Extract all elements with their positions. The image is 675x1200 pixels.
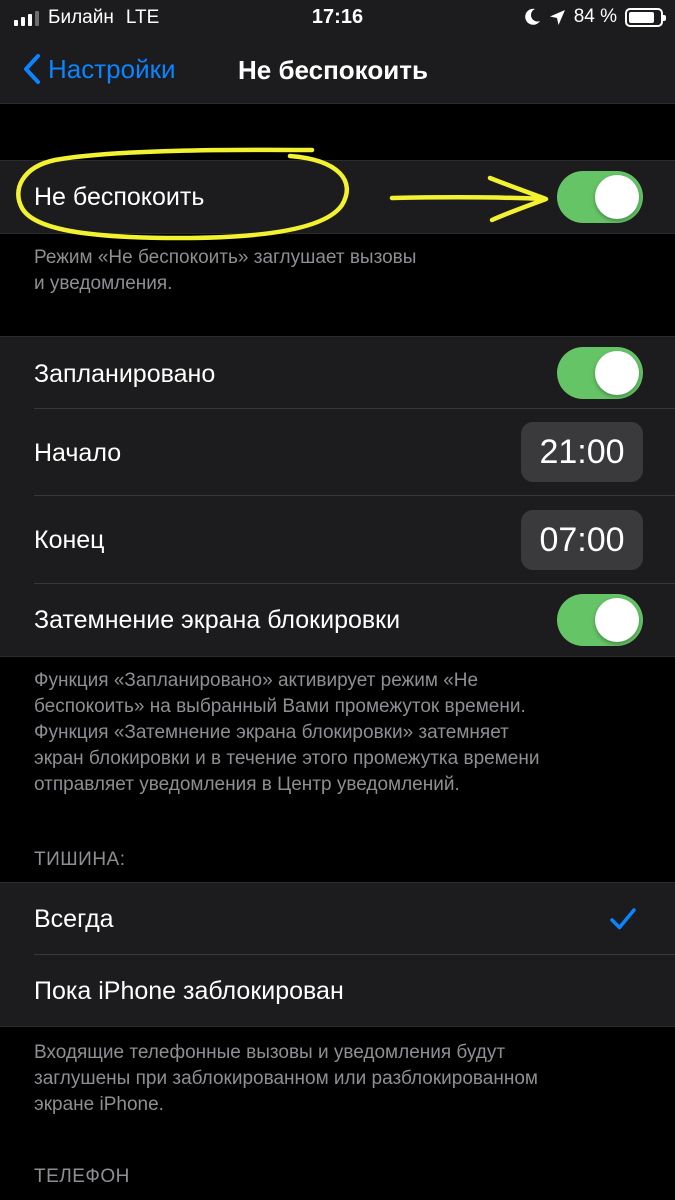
end-time-picker[interactable]: 07:00 — [521, 510, 643, 570]
start-label: Начало — [34, 439, 122, 467]
battery-icon — [625, 7, 666, 27]
footer-line: беспокоить» на выбранный Вами промежуток… — [34, 696, 526, 717]
start-time-picker[interactable]: 21:00 — [521, 422, 643, 482]
navigation-bar: Настройки Не беспокоить — [0, 36, 675, 104]
option-always-label: Всегда — [34, 905, 114, 933]
silence-footer: Входящие телефонные вызовы и уведомления… — [34, 1040, 654, 1118]
group-bottom-border — [0, 233, 675, 234]
back-button-label: Настройки — [48, 53, 176, 84]
cell-do-not-disturb: Не беспокоить — [0, 161, 675, 233]
chevron-left-icon — [24, 54, 40, 84]
footer-line: Входящие телефонные вызовы и уведомления… — [34, 1042, 506, 1063]
do-not-disturb-label: Не беспокоить — [34, 183, 205, 211]
cell-end[interactable]: Конец 07:00 — [0, 496, 675, 584]
cell-dim-lock-screen: Затемнение экрана блокировки — [0, 584, 675, 656]
footer-line: экране iPhone. — [34, 1094, 164, 1115]
toggle-knob — [595, 175, 639, 219]
footer-line: экран блокировки и в течение этого проме… — [34, 748, 540, 769]
toggle-knob — [595, 351, 639, 395]
section-header-phone: ТЕЛЕФОН — [34, 1166, 130, 1187]
location-arrow-icon — [549, 9, 565, 25]
group-bottom-border — [0, 656, 675, 657]
schedule-footer: Функция «Запланировано» активирует режим… — [34, 668, 654, 798]
footer-line: Функция «Затемнение экрана блокировки» з… — [34, 722, 509, 743]
moon-icon — [524, 8, 540, 25]
do-not-disturb-toggle[interactable] — [557, 171, 643, 223]
footer-line: отправляет уведомления в Центр уведомлен… — [34, 774, 460, 795]
dim-lock-screen-toggle[interactable] — [557, 594, 643, 646]
cell-start[interactable]: Начало 21:00 — [0, 409, 675, 496]
footer-line: и уведомления. — [34, 273, 173, 294]
do-not-disturb-footer: Режим «Не беспокоить» заглушает вызовы и… — [34, 245, 654, 297]
battery-percent: 84 % — [573, 6, 617, 27]
battery-fill — [629, 11, 655, 23]
group-bottom-border — [0, 1026, 675, 1027]
footer-line: Функция «Запланировано» активирует режим… — [34, 670, 479, 691]
section-header-silence: ТИШИНА: — [34, 849, 126, 870]
scheduled-label: Запланировано — [34, 360, 216, 388]
footer-line: Режим «Не беспокоить» заглушает вызовы — [34, 247, 417, 268]
cell-scheduled: Запланировано — [0, 337, 675, 409]
page-title: Не беспокоить — [238, 55, 428, 85]
status-bar-right: 84 % — [524, 6, 666, 28]
checkmark-icon — [610, 908, 636, 930]
back-button[interactable]: Настройки — [18, 50, 176, 88]
toggle-knob — [595, 598, 639, 642]
scheduled-toggle[interactable] — [557, 347, 643, 399]
status-bar: Билайн LTE 17:16 84 % — [0, 0, 675, 36]
end-label: Конец — [34, 526, 105, 554]
silence-option-locked[interactable]: Пока iPhone заблокирован — [0, 955, 675, 1026]
footer-line: заглушены при заблокированном или разбло… — [34, 1068, 538, 1089]
option-locked-label: Пока iPhone заблокирован — [34, 977, 344, 1005]
dim-lock-screen-label: Затемнение экрана блокировки — [34, 606, 401, 634]
silence-option-always[interactable]: Всегда — [0, 883, 675, 955]
